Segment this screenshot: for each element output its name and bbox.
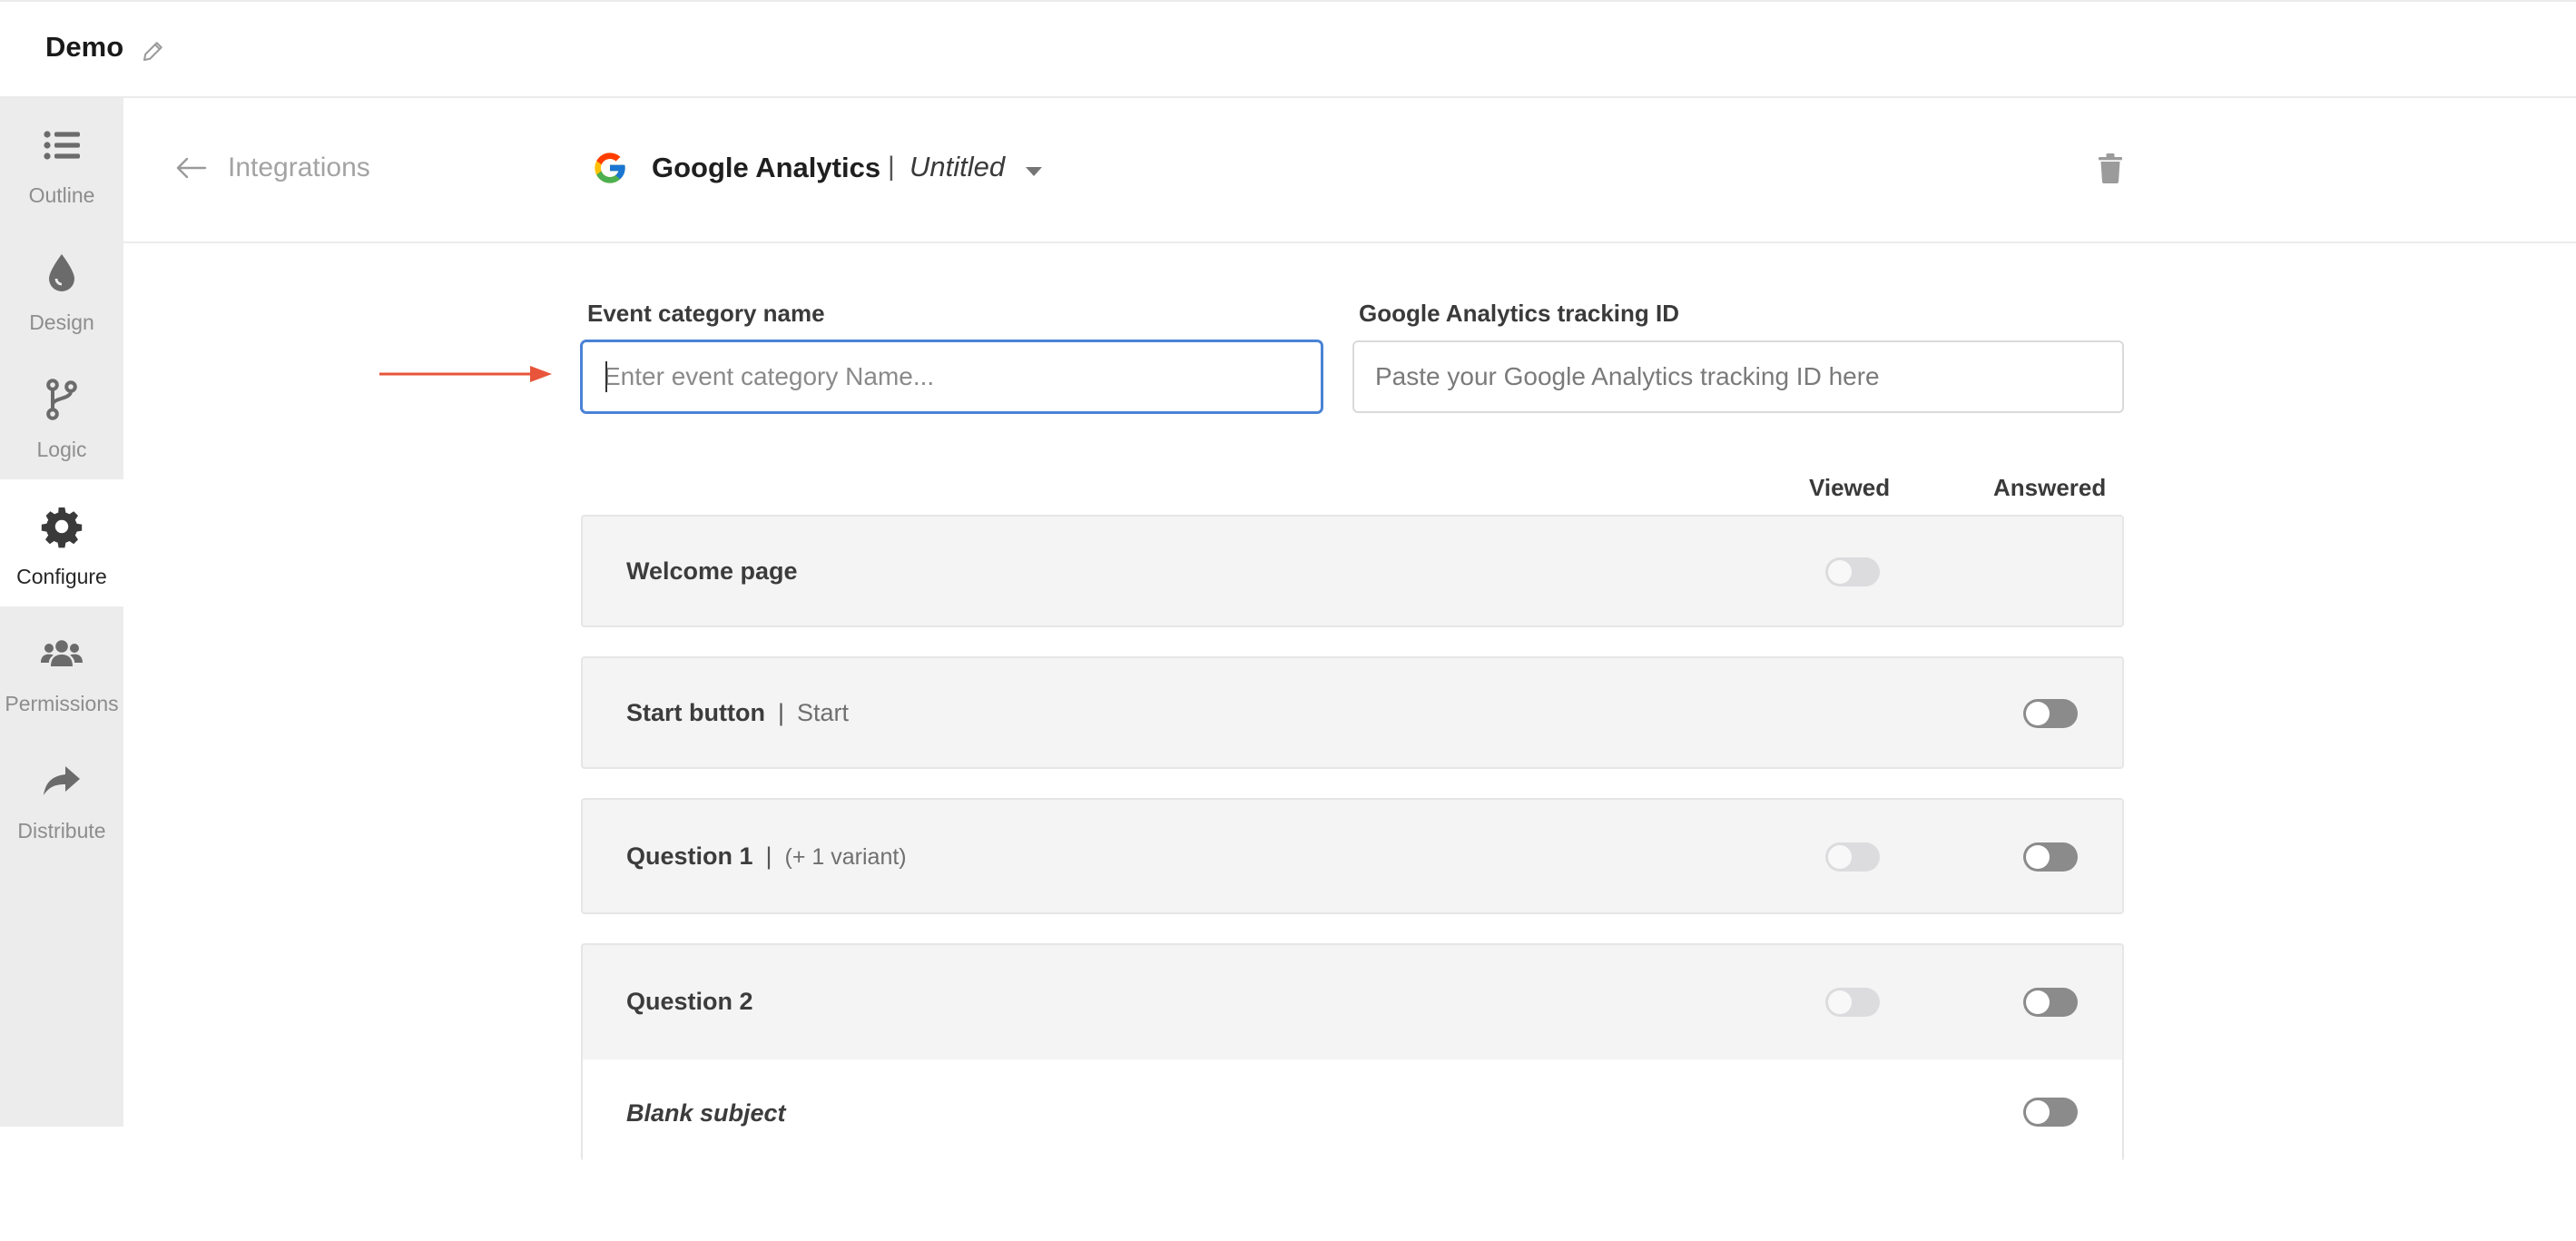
event-category-input[interactable] [581,340,1322,413]
droplet-icon [49,254,74,291]
sidebar-item-configure[interactable]: Configure [0,479,123,606]
sidebar-item-label: Permissions [5,692,119,715]
share-arrow-icon [44,766,80,795]
event-subitem-row: Blank subject [583,1059,2122,1241]
sidebar-item-label: Outline [28,183,95,207]
answered-column-header: Answered [1993,474,2107,501]
gear-icon [41,507,83,548]
sidebar-item-label: Logic [36,438,87,461]
branch-icon [46,379,77,420]
event-card-welcome-page: Welcome page [581,515,2124,627]
event-subtitle: (+ 1 variant) [784,844,907,870]
sidebar-item-outline[interactable]: Outline [0,98,123,225]
toggle-knob [2026,990,2050,1014]
pencil-icon[interactable] [140,37,167,64]
integration-title-dropdown[interactable]: Untitled [909,151,1005,183]
viewed-toggle[interactable] [1825,988,1880,1017]
toggle-knob [2026,845,2050,869]
users-icon [41,640,83,666]
text-cursor [605,361,607,392]
event-card-question-2: Question 2 Blank subject [581,943,2124,1241]
toggle-knob [2026,1100,2050,1124]
event-title-text: Question 1 [626,842,753,870]
sidebar-item-label: Configure [16,565,107,588]
integration-name: Google Analytics [652,152,881,183]
integration-header: Integrations Google Analytics | Untitled [123,98,2576,243]
back-to-integrations-link[interactable]: Integrations [228,153,370,183]
trash-icon[interactable] [2097,153,2124,183]
tracking-id-input[interactable] [1352,340,2124,413]
answered-toggle[interactable] [2023,699,2078,728]
answered-toggle[interactable] [2023,842,2078,872]
event-title: Welcome page [626,557,798,585]
event-title-text: Start button [626,699,765,726]
list-icon [44,131,80,160]
app-title: Demo [45,31,124,63]
viewed-toggle[interactable] [1825,557,1880,586]
event-title: Start button | Start [626,699,849,727]
viewed-column-header: Viewed [1809,474,1891,501]
sidebar-item-distribute[interactable]: Distribute [0,734,123,861]
title-separator: | [777,699,784,726]
top-bar: Demo [0,0,2576,98]
toggle-knob [1828,990,1852,1014]
sidebar-item-label: Design [29,310,94,334]
toggle-knob [1828,845,1852,869]
answered-toggle[interactable] [2023,988,2078,1017]
arrow-left-icon[interactable] [174,154,207,182]
header-separator: | [888,152,895,182]
annotation-arrow-icon [379,366,552,382]
event-subtitle: Start [797,699,850,726]
event-card-question-1: Question 1 | (+ 1 variant) [581,798,2124,914]
subitem-title: Blank subject [626,1099,786,1127]
toggle-knob [1828,560,1852,584]
google-logo-icon [595,153,625,183]
sidebar-item-logic[interactable]: Logic [0,352,123,479]
event-title: Question 2 [626,988,753,1015]
event-category-label: Event category name [587,300,825,327]
viewed-toggle[interactable] [1825,842,1880,872]
tracking-id-label: Google Analytics tracking ID [1359,300,1680,327]
toggle-knob [2026,702,2050,725]
sidebar: Outline Design Logic Configure Permissio… [0,98,123,1127]
sidebar-item-label: Distribute [17,819,106,842]
sidebar-item-permissions[interactable]: Permissions [0,606,123,734]
answered-toggle[interactable] [2023,1098,2078,1127]
event-card-start-button: Start button | Start [581,656,2124,769]
title-separator: | [765,842,772,870]
sidebar-item-design[interactable]: Design [0,225,123,352]
event-title: Question 1 | (+ 1 variant) [626,842,907,871]
chevron-down-icon[interactable] [1026,167,1042,176]
